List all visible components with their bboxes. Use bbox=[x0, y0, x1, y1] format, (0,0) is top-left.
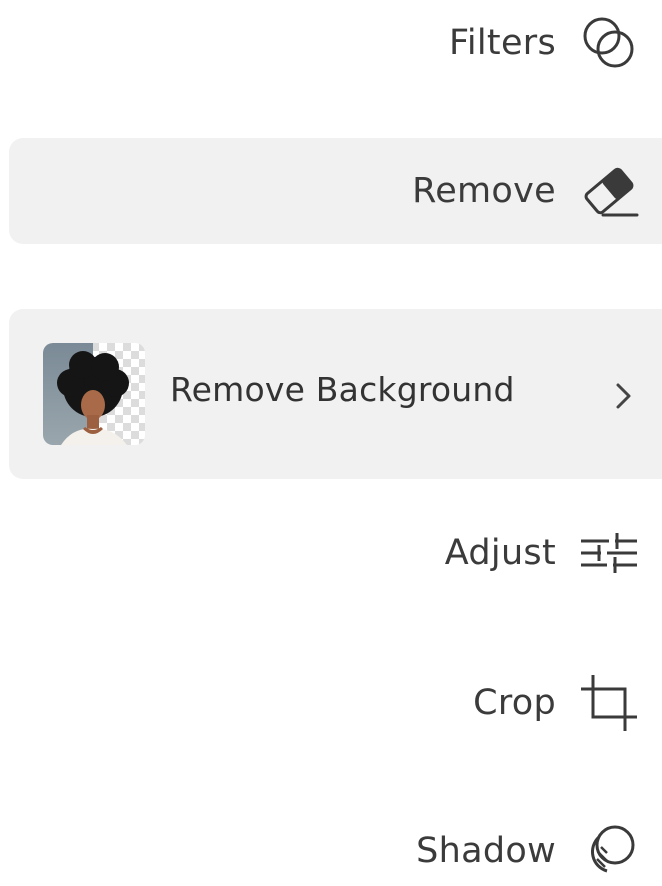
chevron-right-icon bbox=[607, 376, 641, 416]
remove-background-label: Remove Background bbox=[170, 370, 515, 409]
crop-icon bbox=[576, 670, 642, 736]
sliders-icon bbox=[576, 520, 642, 586]
crop-button[interactable]: Crop bbox=[473, 668, 642, 738]
remove-button[interactable]: Remove bbox=[412, 156, 642, 226]
filters-label: Filters bbox=[448, 23, 556, 63]
portrait-thumbnail bbox=[43, 343, 145, 445]
shadow-button[interactable]: Shadow bbox=[416, 816, 642, 886]
shadow-icon bbox=[576, 818, 642, 884]
edit-tools-menu: Filters Remove Remove Background Adjust … bbox=[0, 0, 662, 880]
crop-label: Crop bbox=[473, 683, 556, 723]
adjust-label: Adjust bbox=[444, 533, 556, 573]
shadow-label: Shadow bbox=[416, 831, 556, 871]
remove-label: Remove bbox=[412, 171, 556, 211]
filters-button[interactable]: Filters bbox=[449, 8, 642, 78]
filters-icon bbox=[576, 10, 642, 76]
adjust-button[interactable]: Adjust bbox=[445, 518, 642, 588]
eraser-icon bbox=[576, 158, 642, 224]
